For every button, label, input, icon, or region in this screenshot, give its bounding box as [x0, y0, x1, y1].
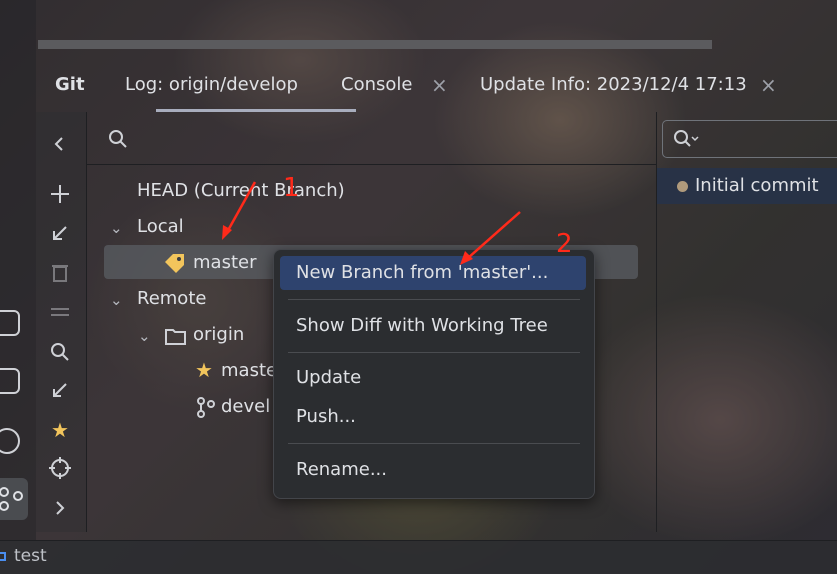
annotation-number-2: 2 [556, 229, 573, 259]
annotation-arrow-2 [467, 211, 521, 259]
tutorial-annotations: 1 2 [222, 173, 573, 265]
annotation-arrowhead-2 [460, 251, 473, 265]
annotation-arrow-1 [224, 181, 257, 235]
annotation-number-1: 1 [283, 173, 300, 203]
